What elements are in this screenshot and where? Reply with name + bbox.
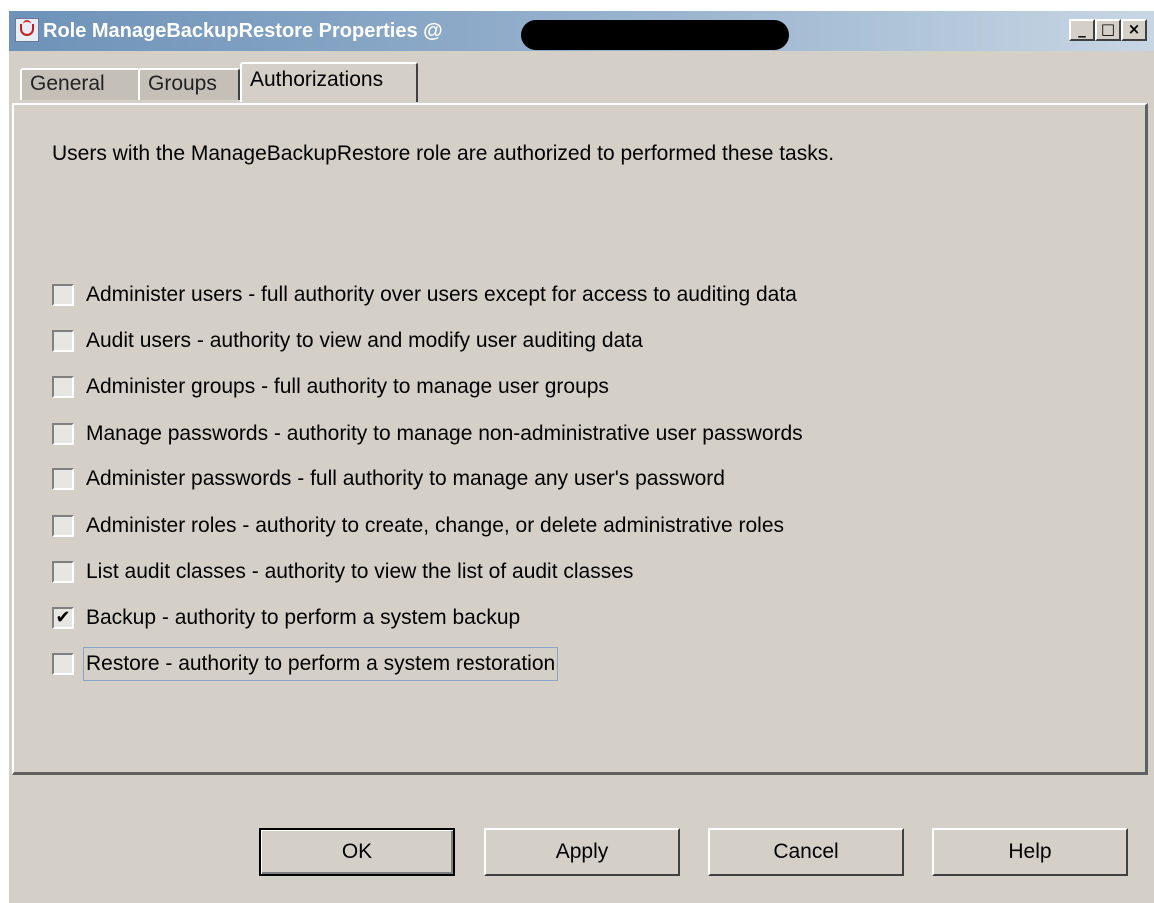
checkbox[interactable] [52,653,74,675]
checkbox-label: Administer users - full authority over u… [86,283,797,306]
minimize-button[interactable]: _ [1069,19,1095,41]
maximize-button[interactable]: □ [1095,19,1121,41]
checkbox[interactable] [52,515,74,537]
checkbox[interactable] [52,468,74,490]
checkbox-label: Administer groups - full authority to ma… [86,375,609,398]
checkbox-label: Manage passwords - authority to manage n… [86,422,803,445]
ok-button[interactable]: OK [259,828,455,876]
checkbox[interactable] [52,561,74,583]
tab-general[interactable]: General [20,68,140,100]
close-button[interactable]: × [1121,19,1147,41]
checkbox[interactable] [52,330,74,352]
tab-authorizations[interactable]: Authorizations [240,62,418,102]
checkbox[interactable] [52,376,74,398]
title-bar[interactable]: Role ManageBackupRestore Properties @ _ … [9,11,1154,51]
apply-button[interactable]: Apply [484,828,680,876]
help-button[interactable]: Help [932,828,1128,876]
checkbox-label: Audit users - authority to view and modi… [86,329,643,352]
checkbox-label: List audit classes - authority to view t… [86,560,634,583]
checkbox-label: Restore - authority to perform a system … [82,647,559,681]
checkbox[interactable]: ✔ [52,607,74,629]
redacted-hostname [521,20,789,50]
checkbox[interactable] [52,423,74,445]
checkbox[interactable] [52,284,74,306]
intro-text: Users with the ManageBackupRestore role … [52,142,835,165]
checkbox-label: Administer passwords - full authority to… [86,467,725,490]
checkbox-label: Backup - authority to perform a system b… [86,606,521,629]
tab-strip: General Groups Authorizations [0,60,600,102]
checkbox-label: Administer roles - authority to create, … [86,514,784,537]
window-title: Role ManageBackupRestore Properties @ [43,20,443,42]
tab-groups[interactable]: Groups [138,68,240,100]
java-cup-icon [15,18,39,42]
cancel-button[interactable]: Cancel [708,828,904,876]
